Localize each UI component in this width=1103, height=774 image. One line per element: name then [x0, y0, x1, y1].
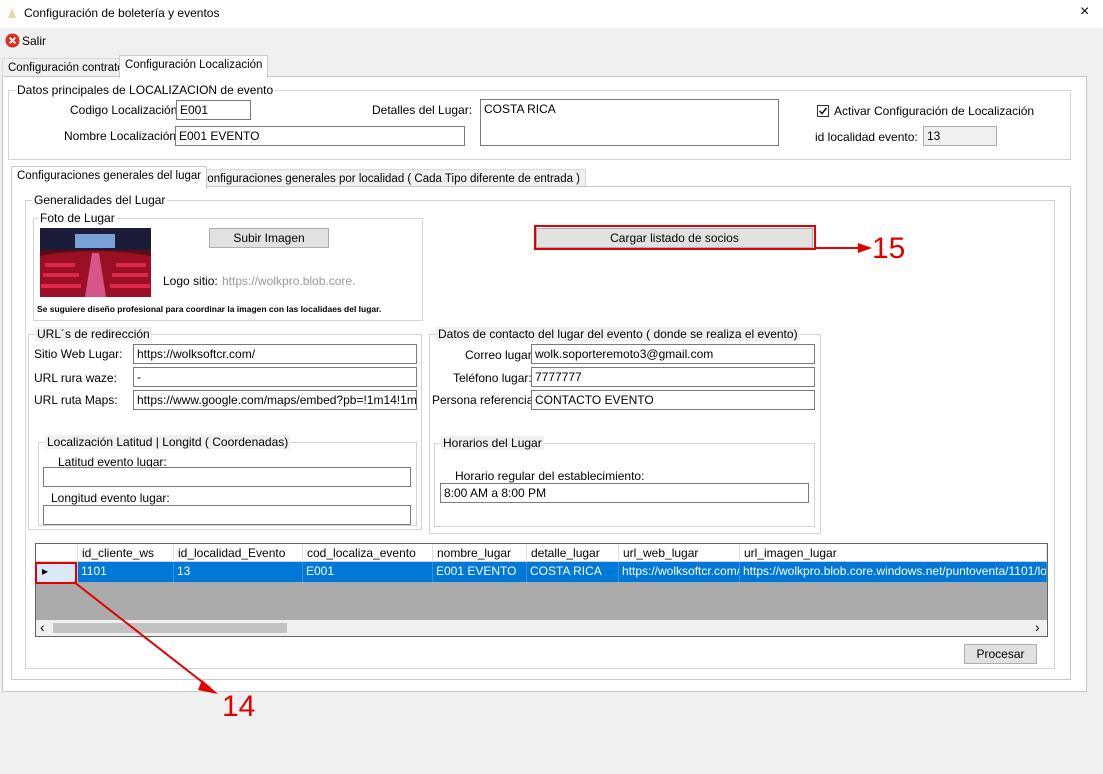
table-cell[interactable]: E001 EVENTO [433, 562, 527, 582]
url-maps-input[interactable]: https://www.google.com/maps/embed?pb=!1m… [133, 390, 417, 410]
sitio-web-input[interactable]: https://wolksoftcr.com/ [133, 344, 417, 364]
longitud-input[interactable] [43, 505, 411, 525]
annotation-label-14: 14 [222, 690, 256, 723]
foto-hint-text: Se suguiere diseño profesional para coor… [37, 304, 382, 314]
activar-localizacion-label: Activar Configuración de Localización [834, 104, 1035, 118]
grid-col-cod-localiza-evento[interactable]: cod_localiza_evento [303, 544, 433, 562]
detalles-lugar-label: Detalles del Lugar: [372, 103, 473, 117]
datos-principales-legend: Datos principales de LOCALIZACION de eve… [15, 83, 276, 97]
annotation-box-15 [534, 225, 816, 250]
url-maps-label: URL ruta Maps: [34, 393, 118, 407]
toolbar [0, 28, 1103, 53]
procesar-button[interactable]: Procesar [964, 644, 1037, 664]
grid-col-id-cliente-ws[interactable]: id_cliente_ws [78, 544, 174, 562]
grid-corner-header [36, 544, 78, 562]
table-cell[interactable]: 13 [174, 562, 303, 582]
horario-regular-label: Horario regular del establecimiento: [455, 469, 645, 483]
horarios-legend: Horarios del Lugar [441, 436, 544, 450]
coordenadas-legend: Localización Latitud | Longitd ( Coorden… [45, 435, 291, 449]
tab-configuracion-contrato[interactable]: Configuración contrato [2, 58, 130, 77]
annotation-box-14 [35, 562, 77, 584]
logo-sitio-label: Logo sitio: [163, 274, 218, 288]
sitio-web-label: Sitio Web Lugar: [34, 347, 123, 361]
table-cell[interactable]: https://wolksoftcr.com/ [619, 562, 740, 582]
exit-button[interactable]: Salir [22, 34, 46, 48]
detalles-lugar-input[interactable]: COSTA RICA [480, 99, 779, 146]
persona-referencia-label: Persona referencia: [432, 393, 537, 407]
close-icon[interactable]: × [1080, 3, 1089, 21]
nombre-localizacion-label: Nombre Localización: [64, 129, 180, 143]
table-cell[interactable]: E001 [303, 562, 433, 582]
annotation-arrow-15 [814, 243, 872, 253]
telefono-lugar-label: Teléfono lugar: [453, 371, 532, 385]
datos-contacto-legend: Datos de contacto del lugar del evento (… [436, 327, 800, 341]
scroll-left-icon[interactable]: ‹ [40, 619, 45, 635]
grid-col-detalle-lugar[interactable]: detalle_lugar [527, 544, 619, 562]
table-cell[interactable]: 1101 [78, 562, 174, 582]
grid-col-url-imagen-lugar[interactable]: url_imagen_lugar [740, 544, 1047, 562]
grid-col-id-localidad-evento[interactable]: id_localidad_Evento [174, 544, 303, 562]
checkmark-icon [819, 107, 828, 115]
latitud-input[interactable] [43, 467, 411, 487]
url-waze-label: URL rura waze: [34, 371, 117, 385]
app-icon [8, 8, 16, 18]
window-title: Configuración de boletería y eventos [24, 6, 220, 20]
longitud-label: Longitud evento lugar: [51, 491, 170, 505]
codigo-localizacion-label: Codigo Localización: [70, 103, 181, 117]
grid-col-nombre-lugar[interactable]: nombre_lugar [433, 544, 527, 562]
tab-configuraciones-generales-lugar[interactable]: Configuraciones generales del lugar [11, 166, 208, 189]
generalidades-legend: Generalidades del Lugar [32, 193, 168, 207]
id-localidad-label: id localidad evento: [815, 130, 918, 144]
table-cell[interactable]: https://wolkpro.blob.core.windows.net/pu… [740, 562, 1047, 582]
url-waze-input[interactable]: - [133, 367, 417, 387]
annotation-arrow-14 [73, 581, 218, 694]
persona-referencia-input[interactable]: CONTACTO EVENTO [531, 390, 815, 410]
urls-redireccion-legend: URL´s de redirección [35, 327, 152, 341]
telefono-lugar-input[interactable]: 7777777 [531, 367, 815, 387]
exit-icon[interactable] [5, 33, 20, 48]
activar-localizacion-checkbox[interactable] [817, 105, 829, 117]
annotation-label-15: 15 [872, 232, 906, 265]
nombre-localizacion-input[interactable]: E001 EVENTO [175, 126, 465, 146]
id-localidad-input: 13 [923, 126, 997, 146]
tab-configuracion-localizacion[interactable]: Configuración Localización [119, 55, 269, 78]
codigo-localizacion-input[interactable]: E001 [176, 100, 251, 120]
horario-regular-input[interactable]: 8:00 AM a 8:00 PM [440, 483, 809, 503]
table-cell[interactable]: COSTA RICA [527, 562, 619, 582]
venue-photo [40, 228, 151, 297]
foto-lugar-legend: Foto de Lugar [38, 211, 117, 225]
scroll-right-icon[interactable]: › [1035, 619, 1040, 635]
correo-lugar-input[interactable]: wolk.soporteremoto3@gmail.com [531, 344, 815, 364]
subir-imagen-button[interactable]: Subir Imagen [209, 228, 329, 248]
grid-col-url-web-lugar[interactable]: url_web_lugar [619, 544, 740, 562]
correo-lugar-label: Correo lugar: [465, 348, 536, 362]
logo-sitio-value: https://wolkpro.blob.core. [222, 274, 356, 288]
